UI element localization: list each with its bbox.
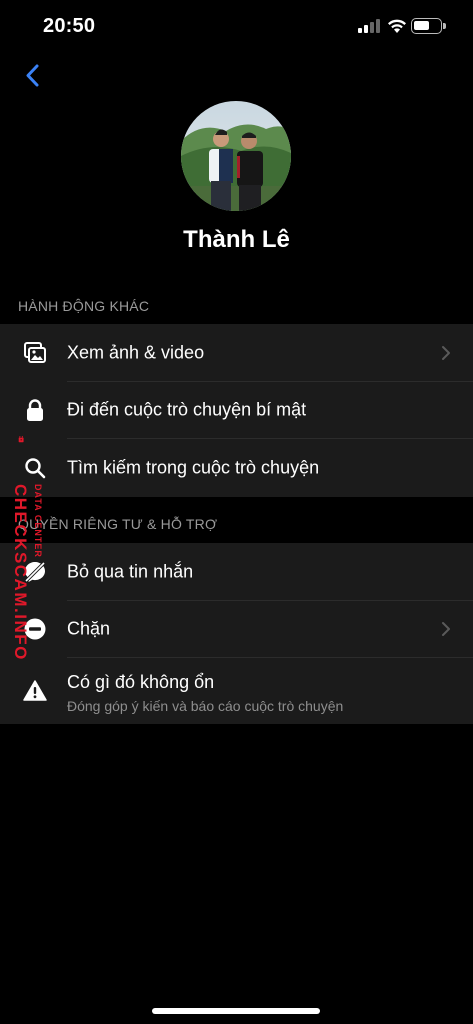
- menu-item-label: Có gì đó không ổn: [67, 672, 215, 692]
- watermark-text: CHECKSCAM.INFO: [11, 484, 30, 661]
- battery-icon: [411, 18, 442, 34]
- menu-item-label: Đi đến cuộc trò chuyện bí mật: [67, 399, 307, 420]
- back-button[interactable]: [18, 60, 50, 92]
- section-header-privacy-support: QUYỀN RIÊNG TƯ & HỖ TRỢ: [18, 516, 218, 532]
- home-indicator: [152, 1008, 320, 1014]
- profile-photo: [181, 101, 291, 211]
- menu-item-label: Bỏ qua tin nhắn: [67, 561, 194, 582]
- menu-group-privacy-support: Bỏ qua tin nhắn Chặn Có gì đó không ổn Đ…: [0, 543, 473, 724]
- menu-item-block[interactable]: Chặn: [0, 601, 473, 658]
- chevron-left-icon: [26, 64, 39, 87]
- menu-item-label: Tìm kiếm trong cuộc trò chuyện: [67, 457, 320, 478]
- menu-item-report-problem[interactable]: Có gì đó không ổn Đóng góp ý kiến và báo…: [0, 658, 473, 724]
- watermark-subtext: DATA CENTER: [33, 484, 43, 558]
- cellular-signal-icon: [358, 19, 380, 33]
- lock-icon: [27, 399, 43, 422]
- menu-item-label: Chặn: [67, 618, 111, 639]
- status-bar: 20:50: [0, 0, 473, 54]
- photos-icon: [24, 341, 46, 363]
- wifi-icon: [388, 19, 406, 33]
- menu-group-other-actions: Xem ảnh & video Đi đến cuộc trò chuyện b…: [0, 324, 473, 497]
- chevron-right-icon: [442, 622, 450, 637]
- menu-item-ignore-messages[interactable]: Bỏ qua tin nhắn: [0, 543, 473, 601]
- chevron-right-icon: [442, 345, 450, 360]
- battery-tip: [443, 23, 446, 29]
- section-header-other-actions: HÀNH ĐỘNG KHÁC: [18, 298, 150, 314]
- menu-item-photos-videos[interactable]: Xem ảnh & video: [0, 324, 473, 382]
- warning-icon: [23, 680, 47, 701]
- profile-name: Thành Lê: [183, 226, 290, 253]
- menu-item-secret-conversation[interactable]: Đi đến cuộc trò chuyện bí mật: [0, 382, 473, 439]
- watermark-lock-icon: [18, 436, 24, 443]
- avatar[interactable]: [181, 101, 291, 211]
- menu-item-search-conversation[interactable]: Tìm kiếm trong cuộc trò chuyện: [0, 439, 473, 497]
- status-time: 20:50: [43, 15, 96, 37]
- menu-item-sublabel: Đóng góp ý kiến và báo cáo cuộc trò chuy…: [67, 698, 344, 714]
- menu-item-label: Xem ảnh & video: [67, 342, 205, 363]
